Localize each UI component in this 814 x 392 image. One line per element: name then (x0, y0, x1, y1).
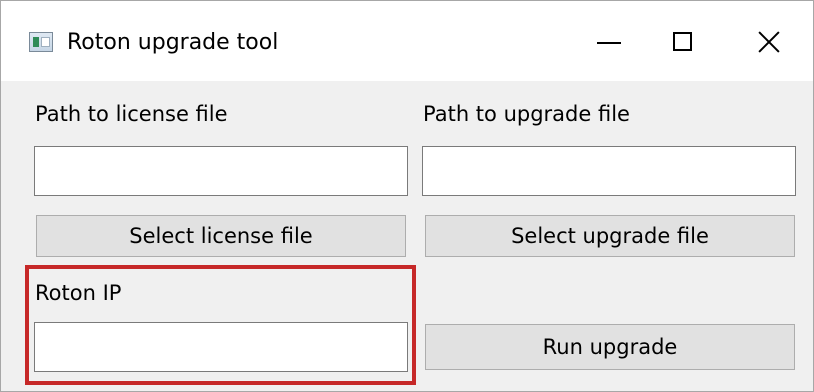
run-upgrade-button[interactable]: Run upgrade (425, 324, 795, 370)
maximize-button[interactable] (653, 17, 717, 67)
window-title: Roton upgrade tool (67, 30, 279, 55)
minimize-button[interactable] (577, 17, 641, 67)
maximize-icon (673, 32, 692, 51)
close-button[interactable] (737, 17, 801, 67)
minimize-icon (597, 42, 621, 44)
license-path-label: Path to license file (35, 102, 228, 126)
select-license-file-button[interactable]: Select license file (36, 215, 406, 257)
title-bar[interactable]: Roton upgrade tool (1, 1, 813, 81)
app-window: Roton upgrade tool Path to license file … (0, 0, 814, 392)
roton-ip-label: Roton IP (35, 281, 122, 305)
upgrade-path-input[interactable] (422, 146, 796, 196)
license-path-input[interactable] (34, 146, 408, 196)
upgrade-path-label: Path to upgrade file (423, 102, 630, 126)
roton-ip-input[interactable] (34, 322, 408, 372)
close-icon (757, 30, 781, 54)
select-upgrade-file-button[interactable]: Select upgrade file (425, 215, 795, 257)
app-icon[interactable] (29, 32, 53, 52)
